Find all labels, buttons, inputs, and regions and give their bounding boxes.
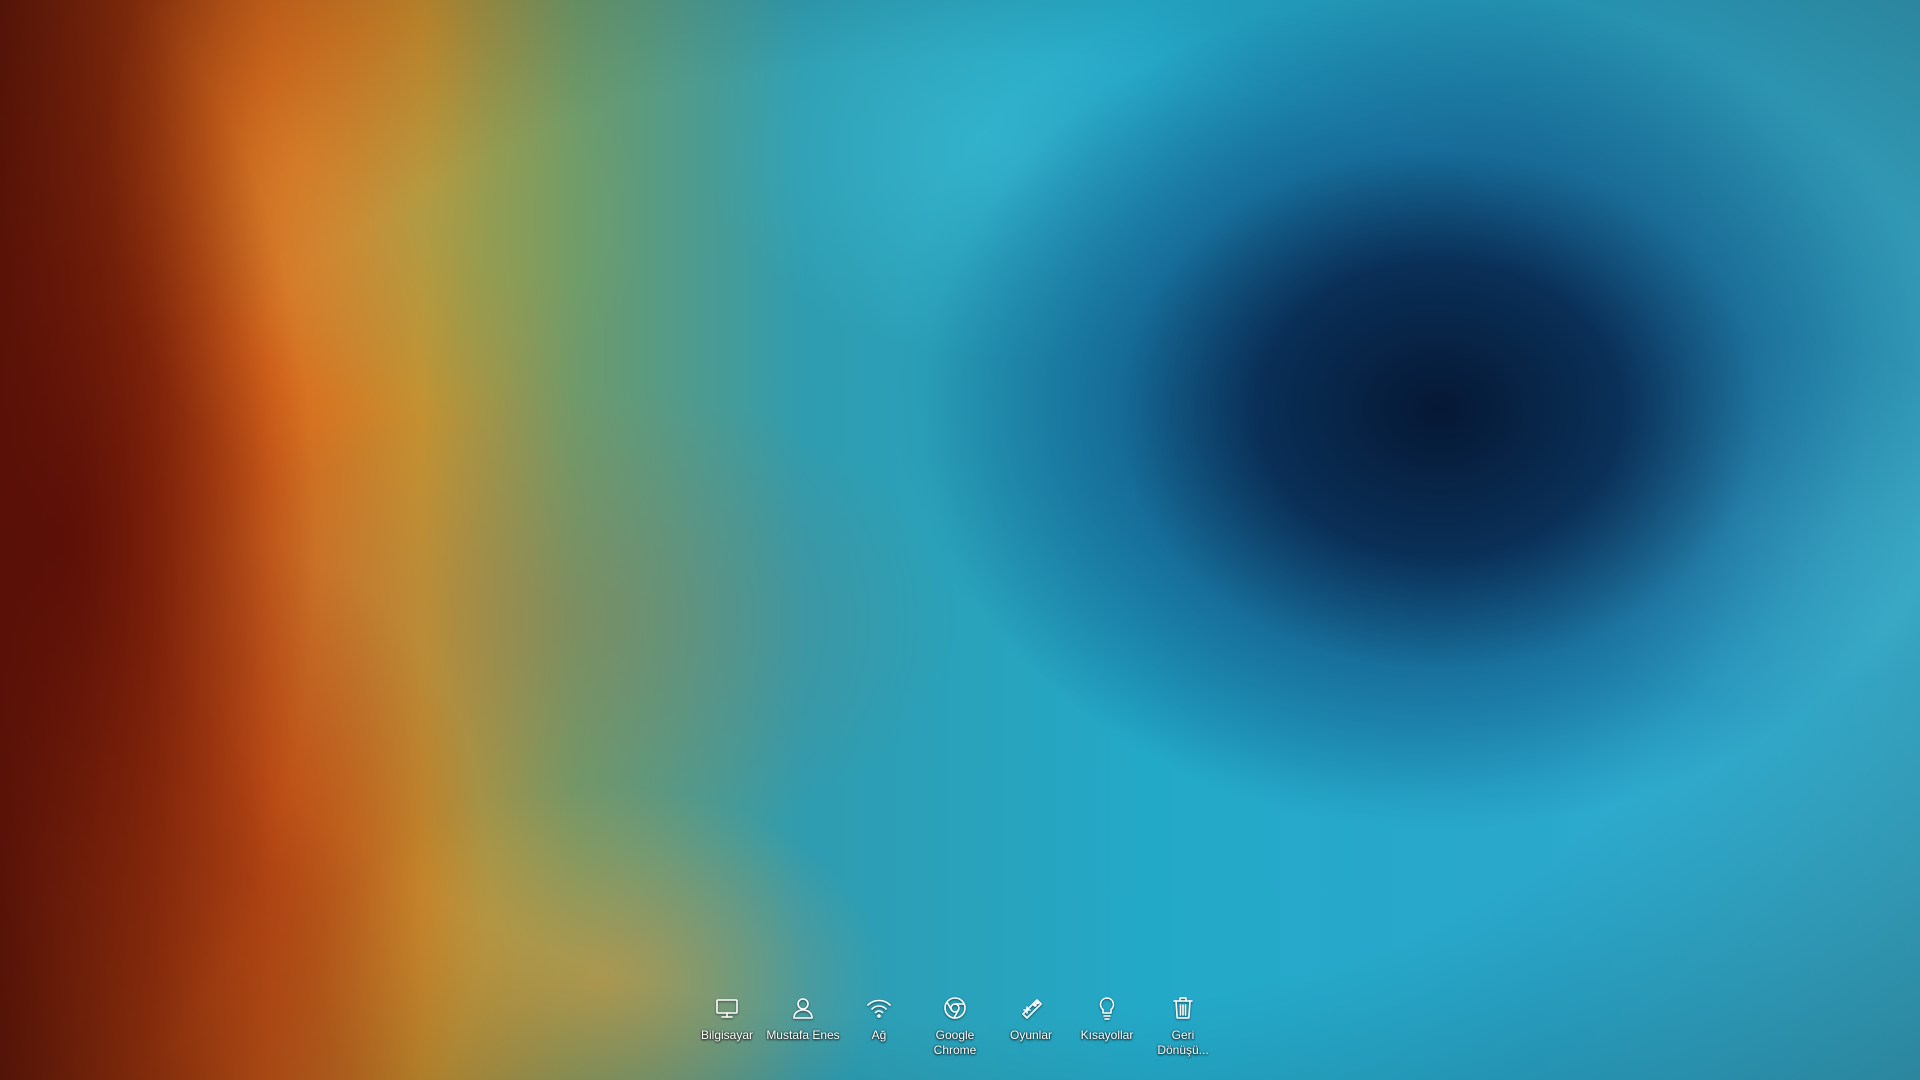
game-controller-icon [1016, 993, 1046, 1023]
desktop-icon-label: Google Chrome [933, 1028, 977, 1057]
desktop-icon-google-chrome[interactable]: Google Chrome [917, 993, 993, 1058]
desktop-icon-network[interactable]: Ağ [841, 993, 917, 1058]
desktop-icon-label: Mustafa Enes [766, 1028, 840, 1042]
desktop-icon-label: Ağ [871, 1028, 887, 1042]
desktop-icon-label: Bilgisayar [700, 1028, 754, 1042]
desktop-icon-games[interactable]: Oyunlar [993, 993, 1069, 1058]
desktop[interactable]: Bilgisayar Mustafa Enes Ağ Google Chrome [0, 0, 1920, 1080]
desktop-icon-recycle-bin[interactable]: Geri Dönüşü... [1145, 993, 1221, 1058]
user-icon [788, 993, 818, 1023]
trash-icon [1168, 993, 1198, 1023]
desktop-icon-label: Oyunlar [1009, 1028, 1053, 1042]
desktop-icon-shortcuts[interactable]: Kısayollar [1069, 993, 1145, 1058]
lightbulb-icon [1092, 993, 1122, 1023]
chrome-icon [940, 993, 970, 1023]
monitor-icon [712, 993, 742, 1023]
wallpaper-vignette [0, 0, 1920, 1080]
desktop-icon-row: Bilgisayar Mustafa Enes Ağ Google Chrome [689, 993, 1221, 1058]
wifi-icon [864, 993, 894, 1023]
desktop-icon-user[interactable]: Mustafa Enes [765, 993, 841, 1058]
desktop-icon-computer[interactable]: Bilgisayar [689, 993, 765, 1058]
desktop-icon-label: Geri Dönüşü... [1157, 1028, 1209, 1057]
desktop-icon-label: Kısayollar [1080, 1028, 1134, 1042]
